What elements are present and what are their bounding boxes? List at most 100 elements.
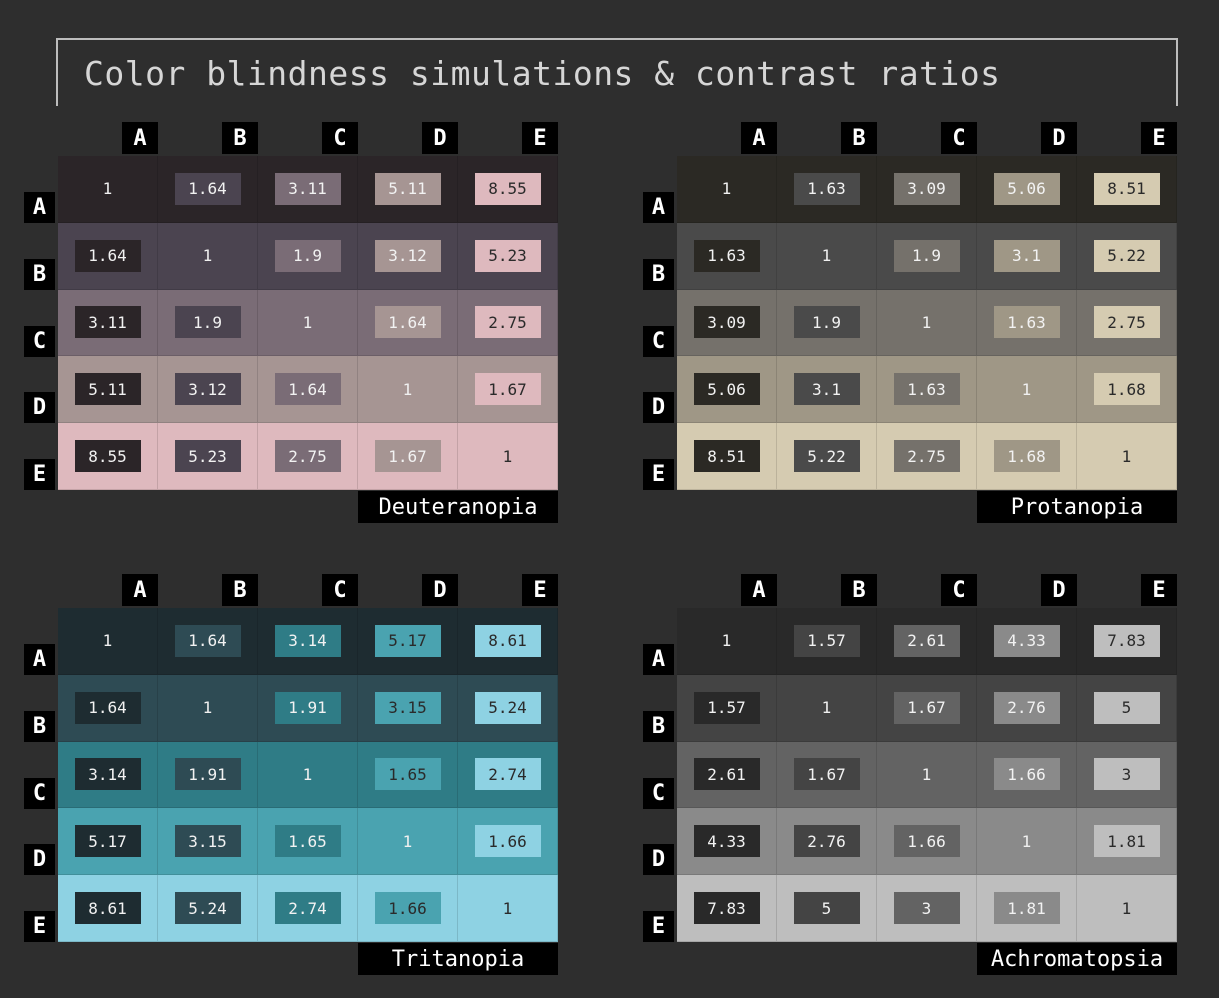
matrix-cell: 8.51	[677, 423, 777, 490]
column-header: E	[522, 574, 558, 606]
contrast-ratio-badge: 1.57	[793, 624, 860, 657]
contrast-ratio-badge: 1	[1021, 379, 1032, 399]
matrix-cell: 5.06	[977, 156, 1077, 223]
matrix-cell: 3.11	[258, 156, 358, 223]
contrast-ratio-badge: 1.64	[274, 373, 341, 406]
contrast-ratio-badge: 1.67	[793, 758, 860, 791]
matrix-cell: 1.64	[258, 356, 358, 424]
matrix-cell: 8.55	[58, 423, 158, 490]
column-header: D	[1041, 122, 1077, 154]
contrast-ratio-badge: 1	[202, 246, 213, 266]
matrix-cell: 3.1	[777, 356, 877, 424]
contrast-ratio-badge: 8.61	[474, 624, 541, 657]
matrix-cell: 8.61	[458, 608, 558, 675]
matrix-cell: 3.12	[158, 356, 258, 424]
matrix-cell: 1.67	[777, 741, 877, 809]
contrast-ratio-badge: 1	[302, 764, 313, 784]
matrix-cell: 1.65	[258, 808, 358, 876]
matrix-cell: 5.17	[358, 608, 458, 675]
page-title: Color blindness simulations & contrast r…	[84, 54, 1001, 93]
contrast-ratio-badge: 3.15	[174, 825, 241, 858]
matrix-cell: 1.9	[777, 289, 877, 357]
contrast-ratio-badge: 4.33	[993, 624, 1060, 657]
contrast-ratio-badge: 1.67	[474, 373, 541, 406]
contrast-ratio-badge: 3	[893, 892, 960, 925]
matrix-cell: 1	[358, 356, 458, 424]
contrast-ratio-badge: 1.63	[893, 373, 960, 406]
matrix-cell: 3.09	[677, 289, 777, 357]
contrast-ratio-badge: 2.76	[793, 825, 860, 858]
matrix-cell: 5.24	[158, 875, 258, 942]
matrix-cell: 5.24	[458, 674, 558, 742]
contrast-ratio-badge: 1.63	[993, 306, 1060, 339]
contrast-ratio-badge: 4.33	[693, 825, 760, 858]
row-header: D	[24, 844, 55, 876]
column-header: E	[522, 122, 558, 154]
matrix-cell: 3	[1077, 741, 1177, 809]
matrix-cell: 1.63	[677, 222, 777, 290]
contrast-ratio-badge: 1	[502, 446, 513, 466]
matrix-cell: 3.14	[58, 741, 158, 809]
matrix-cell: 5.23	[458, 222, 558, 290]
row-header: B	[643, 258, 674, 290]
simulation-label: Tritanopia	[358, 943, 558, 975]
matrix-cell: 3.12	[358, 222, 458, 290]
contrast-ratio-badge: 3.09	[893, 172, 960, 205]
column-header: E	[1141, 574, 1177, 606]
contrast-ratio-badge: 5.23	[174, 440, 241, 473]
matrix-cell: 1	[777, 222, 877, 290]
contrast-ratio-badge: 1.91	[174, 758, 241, 791]
matrix-cell: 1	[977, 356, 1077, 424]
contrast-ratio-badge: 3.1	[793, 373, 860, 406]
column-header: A	[122, 574, 158, 606]
matrix-cell: 1	[877, 289, 977, 357]
matrix-cell: 1	[158, 222, 258, 290]
contrast-ratio-badge: 1.9	[793, 306, 860, 339]
matrix-cell: 1.64	[158, 608, 258, 675]
row-header: D	[24, 392, 55, 424]
matrix-cell: 1.66	[877, 808, 977, 876]
contrast-ratio-badge: 5.17	[374, 624, 441, 657]
contrast-ratio-badge: 5	[793, 892, 860, 925]
matrix-cell: 7.83	[677, 875, 777, 942]
contrast-ratio-badge: 3.12	[374, 239, 441, 272]
contrast-ratio-badge: 5.24	[174, 892, 241, 925]
contrast-matrix: 1 1.57 2.61 4.33 7.83 1.57 1 1.67 2.76 5 2.61 1.67 1…	[677, 608, 1177, 942]
row-header: A	[643, 192, 674, 223]
matrix-cell: 5	[1077, 674, 1177, 742]
matrix-cell: 1	[58, 608, 158, 675]
matrix-cell: 1.63	[877, 356, 977, 424]
contrast-ratio-badge: 7.83	[693, 892, 760, 925]
contrast-ratio-badge: 1	[921, 312, 932, 332]
matrix-cell: 1.9	[158, 289, 258, 357]
row-header: C	[24, 777, 55, 809]
matrix-cell: 3	[877, 875, 977, 942]
matrix-cell: 1.9	[258, 222, 358, 290]
contrast-ratio-badge: 1.66	[474, 825, 541, 858]
matrix-cell: 2.61	[877, 608, 977, 675]
matrix-cell: 1.91	[158, 741, 258, 809]
row-header: C	[24, 325, 55, 357]
contrast-ratio-badge: 1	[821, 698, 832, 718]
matrix-cell: 5.22	[1077, 222, 1177, 290]
contrast-ratio-badge: 7.83	[1093, 624, 1160, 657]
contrast-ratio-badge: 5.11	[374, 172, 441, 205]
matrix-cell: 1.68	[977, 423, 1077, 490]
contrast-ratio-badge: 1.81	[1093, 825, 1160, 858]
matrix-cell: 1.66	[977, 741, 1077, 809]
matrix-cell: 1.63	[777, 156, 877, 223]
matrix-cell: 1.64	[58, 674, 158, 742]
matrix-cell: 5.11	[58, 356, 158, 424]
contrast-ratio-badge: 3.14	[274, 624, 341, 657]
matrix-cell: 1	[258, 289, 358, 357]
contrast-ratio-badge: 5.06	[993, 172, 1060, 205]
contrast-ratio-badge: 2.61	[893, 624, 960, 657]
contrast-ratio-badge: 1.66	[993, 758, 1060, 791]
contrast-ratio-badge: 3.11	[274, 172, 341, 205]
row-header: A	[24, 192, 55, 223]
matrix-cell: 2.76	[977, 674, 1077, 742]
matrix-cell: 8.55	[458, 156, 558, 223]
matrix-cell: 1	[777, 674, 877, 742]
contrast-ratio-badge: 1	[1021, 831, 1032, 851]
matrix-cell: 1	[458, 423, 558, 490]
